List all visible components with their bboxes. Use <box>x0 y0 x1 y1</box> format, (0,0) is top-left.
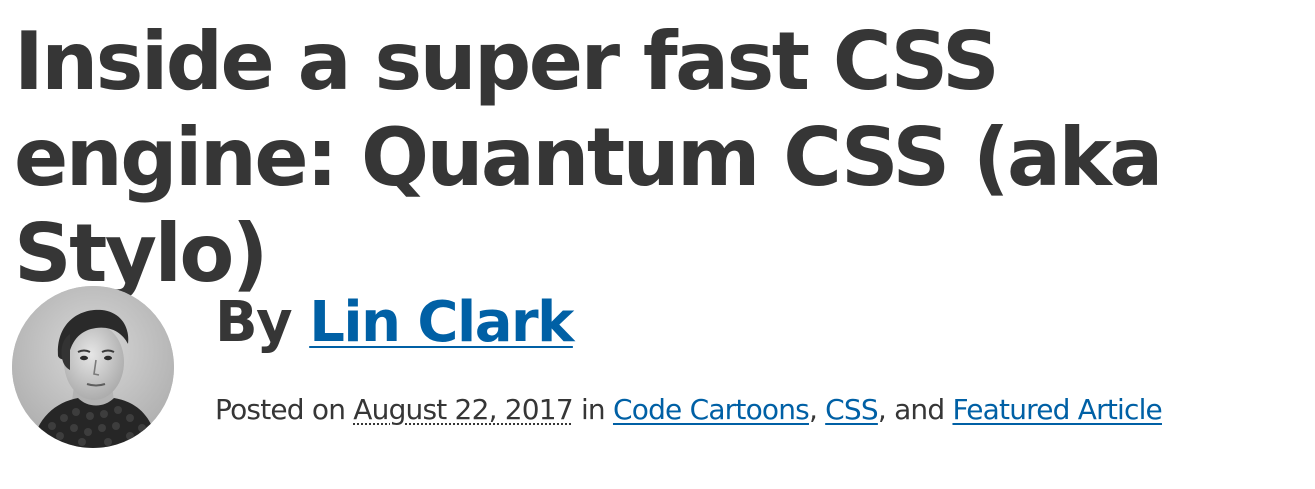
category-separator: , <box>808 393 826 426</box>
article-title: Inside a super fast CSS engine: Quantum … <box>14 15 1163 300</box>
category-link-code-cartoons[interactable]: Code Cartoons <box>613 393 810 426</box>
avatar-photo-icon <box>12 286 174 448</box>
post-date: August 22, 2017 <box>353 393 573 426</box>
by-prefix: By <box>215 290 310 355</box>
in-word: in <box>572 393 613 426</box>
post-meta: Posted on August 22, 2017 in Code Cartoo… <box>215 390 1163 430</box>
author-line: By Lin Clark <box>215 288 574 358</box>
author-avatar[interactable] <box>12 286 174 448</box>
category-link-featured-article[interactable]: Featured Article <box>952 393 1162 426</box>
category-link-css[interactable]: CSS <box>825 393 878 426</box>
posted-on-prefix: Posted on <box>215 393 354 426</box>
author-link[interactable]: Lin Clark <box>309 290 574 355</box>
category-and-separator: , and <box>877 393 953 426</box>
byline: By Lin Clark Posted on August 22, 2017 i… <box>12 286 1307 451</box>
